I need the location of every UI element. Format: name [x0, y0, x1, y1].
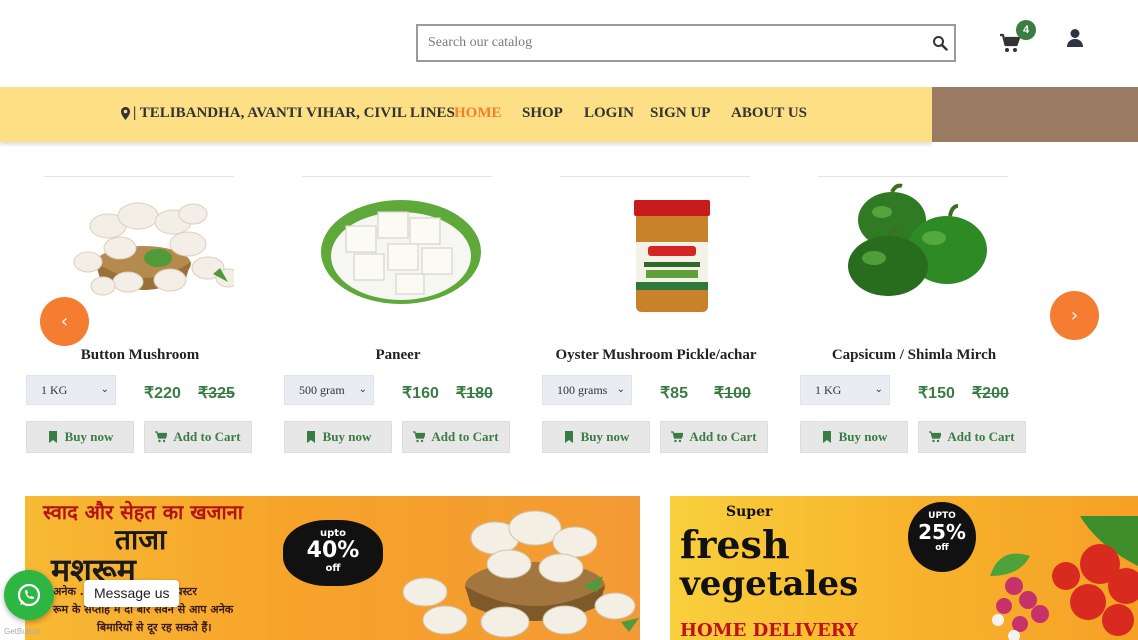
product-name: Oyster Mushroom Pickle/achar	[555, 347, 757, 363]
nav-home[interactable]: HOME	[454, 105, 502, 122]
getbutton-credit[interactable]: GetButton	[4, 627, 40, 636]
product-price: ₹220	[144, 385, 181, 402]
cart-icon	[929, 431, 942, 443]
banner-super: Super	[726, 504, 773, 520]
mushroom-banner[interactable]: स्वाद और सेहत का खजाना ताजा मशरूम upto 4…	[25, 496, 640, 640]
discount-badge: UPTO 25% off	[908, 502, 976, 572]
chevron-right-icon: ›	[1070, 305, 1079, 326]
banner-title: vegetales	[680, 564, 859, 604]
nav-shop[interactable]: SHOP	[522, 105, 563, 122]
mushroom-basket-image	[402, 510, 639, 638]
cart-count-badge: 4	[1016, 20, 1036, 40]
product-name: Capsicum / Shimla Mirch	[831, 347, 997, 363]
chevron-down-icon: ⌄	[616, 384, 625, 395]
chevron-down-icon: ⌄	[358, 384, 367, 395]
product-image[interactable]	[306, 182, 492, 316]
product-old-price: ₹180	[456, 385, 493, 402]
chevron-left-icon: ‹	[60, 311, 69, 332]
chevron-down-icon: ⌄	[100, 384, 109, 395]
location: | TELIBANDHA, AVANTI VIHAR, CIVIL LINES	[121, 105, 455, 122]
add-to-cart-button[interactable]: Add to Cart	[402, 421, 510, 453]
vegetables-banner[interactable]: Super fresh vegetales UPTO 25% off HOME …	[670, 496, 1138, 640]
nav-sign-up[interactable]: SIGN UP	[650, 105, 710, 122]
divider	[818, 176, 1008, 177]
whatsapp-message-label[interactable]: Message us	[84, 580, 180, 607]
quantity-select[interactable]: 1 KG ⌄	[800, 375, 890, 405]
buy-now-button[interactable]: Buy now	[26, 421, 134, 453]
cart-icon	[413, 431, 426, 443]
chevron-down-icon: ⌄	[874, 384, 883, 395]
bookmark-icon	[822, 431, 831, 443]
quantity-select[interactable]: 100 grams ⌄	[542, 375, 632, 405]
bookmark-icon	[306, 431, 315, 443]
cart-icon	[155, 431, 168, 443]
carousel-prev-button[interactable]: ‹	[40, 297, 89, 346]
header: 4	[0, 0, 1138, 87]
nav-login[interactable]: LOGIN	[584, 105, 634, 122]
product-name: Paneer	[375, 347, 421, 363]
whatsapp-button[interactable]	[4, 570, 54, 620]
product-old-price: ₹200	[972, 385, 1009, 402]
discount-badge: upto 40% off	[283, 520, 383, 586]
add-to-cart-button[interactable]: Add to Cart	[918, 421, 1026, 453]
product-old-price: ₹100	[714, 385, 751, 402]
product-card: Capsicum / Shimla Mirch 1 KG ⌄ ₹150 ₹200 …	[800, 176, 1030, 466]
product-card: Oyster Mushroom Pickle/achar 100 grams ⌄ …	[542, 176, 772, 466]
quantity-select[interactable]: 500 gram ⌄	[284, 375, 374, 405]
divider	[302, 176, 492, 177]
product-price: ₹150	[918, 385, 955, 402]
product-price: ₹160	[402, 385, 439, 402]
product-image[interactable]	[48, 182, 234, 316]
product-price: ₹85	[660, 385, 688, 402]
vegetables-image	[990, 516, 1138, 640]
carousel-next-button[interactable]: ›	[1050, 291, 1099, 340]
navbar-accent-block	[932, 87, 1138, 142]
bookmark-icon	[48, 431, 57, 443]
quantity-select[interactable]: 1 KG ⌄	[26, 375, 116, 405]
product-name: Button Mushroom	[80, 347, 200, 363]
divider	[560, 176, 750, 177]
banner-text: बिमारियों से दूर रह सकते हैं।	[97, 621, 212, 634]
cart-icon	[671, 431, 684, 443]
search-icon[interactable]	[932, 35, 948, 51]
user-icon[interactable]	[1066, 28, 1084, 48]
product-image[interactable]	[564, 182, 750, 316]
buy-now-button[interactable]: Buy now	[542, 421, 650, 453]
whatsapp-icon	[17, 583, 41, 607]
nav-about-us[interactable]: ABOUT US	[731, 105, 807, 122]
banner-title: fresh	[680, 522, 790, 567]
divider	[44, 176, 234, 177]
buy-now-button[interactable]: Buy now	[284, 421, 392, 453]
location-text: | TELIBANDHA, AVANTI VIHAR, CIVIL LINES	[133, 105, 455, 121]
add-to-cart-button[interactable]: Add to Cart	[144, 421, 252, 453]
product-old-price: ₹325	[198, 385, 235, 402]
buy-now-button[interactable]: Buy now	[800, 421, 908, 453]
bookmark-icon	[564, 431, 573, 443]
product-image[interactable]	[822, 182, 1008, 316]
add-to-cart-button[interactable]: Add to Cart	[660, 421, 768, 453]
banner-delivery: HOME DELIVERY	[680, 620, 858, 640]
map-marker-icon	[121, 107, 130, 120]
search-input[interactable]	[418, 26, 908, 60]
search-bar	[416, 24, 956, 62]
product-card: Paneer 500 gram ⌄ ₹160 ₹180 Buy now Add t…	[284, 176, 514, 466]
